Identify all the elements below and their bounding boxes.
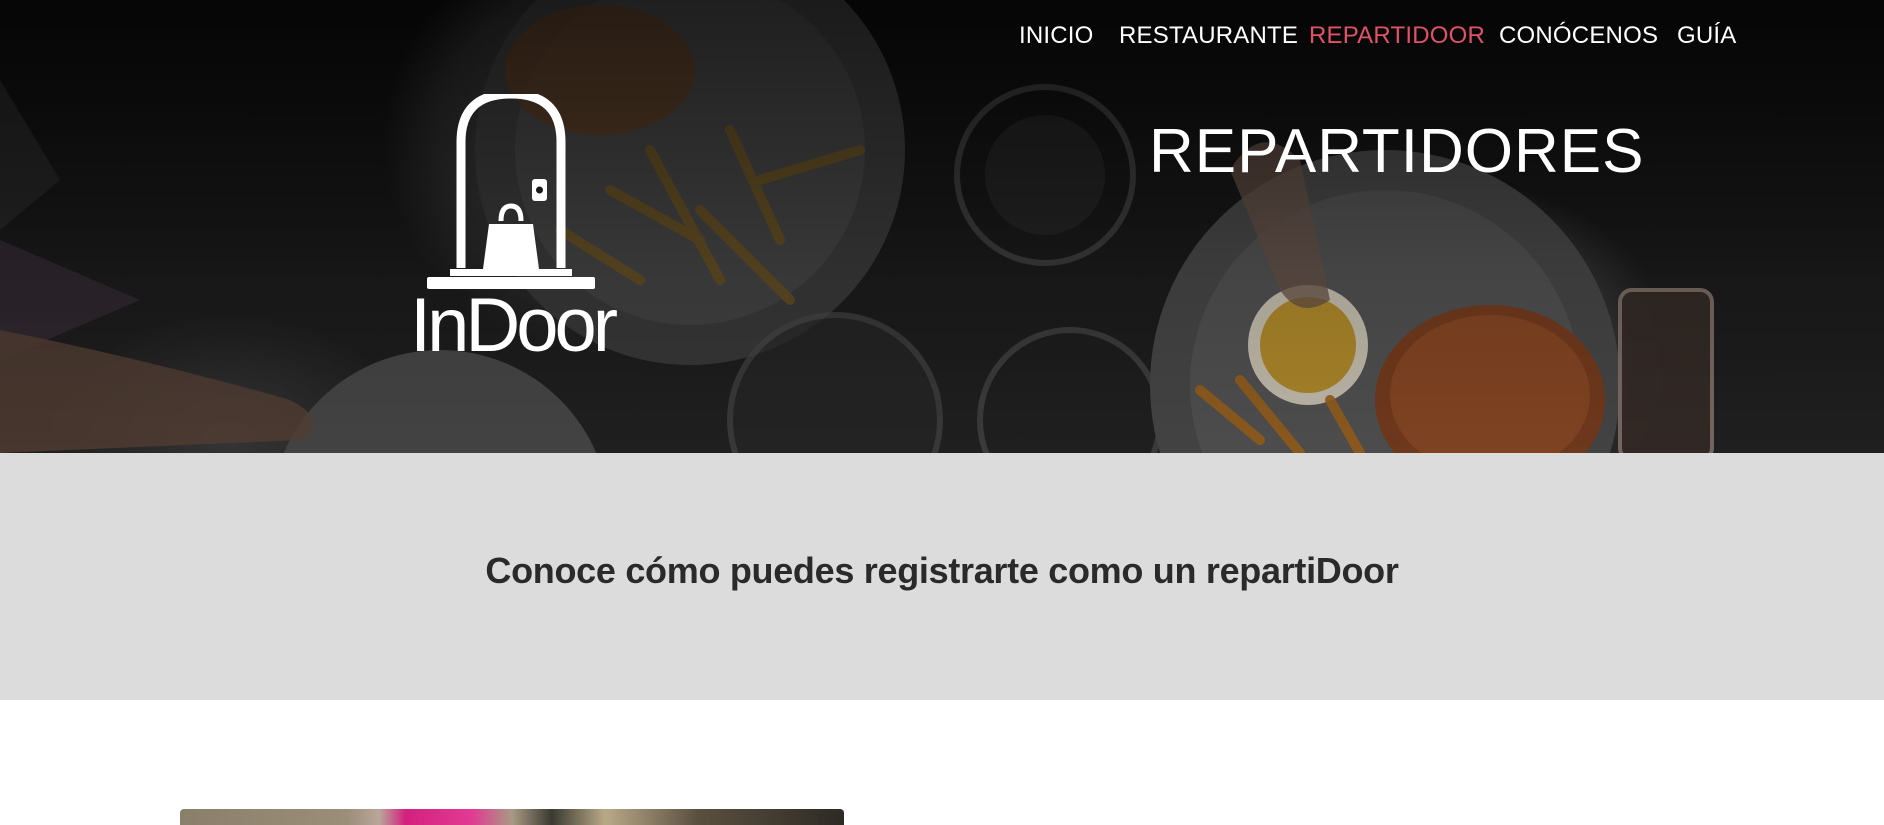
hero-banner [0, 0, 1884, 453]
nav-item-guia[interactable]: GUÍA [1677, 20, 1736, 52]
nav-item-repartidoor[interactable]: REPARTIDOOR [1309, 20, 1485, 52]
delivery-photo [180, 809, 844, 825]
nav-item-restaurante[interactable]: RESTAURANTE [1119, 20, 1298, 52]
nav-item-inicio[interactable]: INICIO [1019, 20, 1094, 52]
hero-overlay [0, 0, 1884, 453]
brand-wordmark[interactable]: InDoor [410, 286, 618, 366]
intro-heading: Conoce cómo puedes registrarte como un r… [485, 550, 1399, 591]
page-title: REPARTIDORES [1149, 117, 1645, 186]
nav-item-conocenos[interactable]: CONÓCENOS [1499, 20, 1658, 52]
main-nav: INICIO RESTAURANTE REPARTIDOOR CONÓCENOS… [0, 20, 1884, 52]
